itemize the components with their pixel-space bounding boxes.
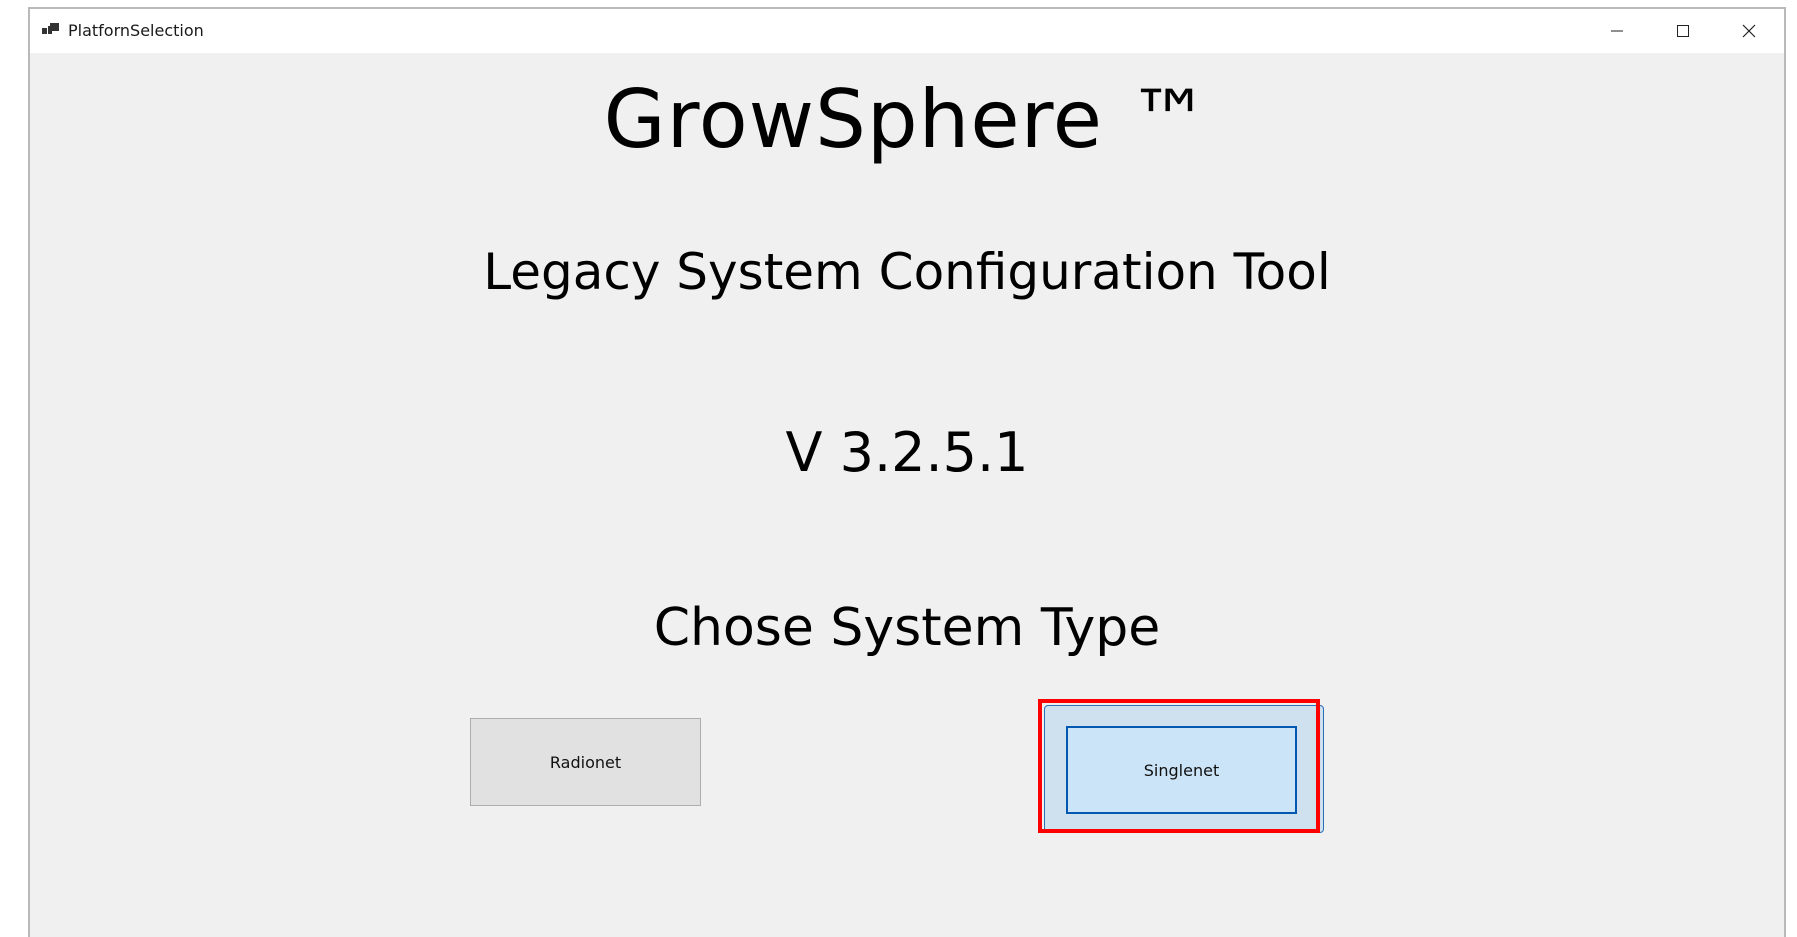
radionet-button[interactable]: Radionet (470, 718, 701, 806)
maximize-button[interactable] (1650, 9, 1716, 53)
tool-subtitle: Legacy System Configuration Tool (483, 243, 1331, 301)
title-bar[interactable]: PlatfornSelection (30, 9, 1784, 53)
system-type-prompt: Chose System Type (653, 598, 1161, 658)
app-icon (42, 23, 59, 34)
minimize-button[interactable] (1584, 9, 1650, 53)
version-label: V 3.2.5.1 (785, 421, 1029, 484)
platform-selection-window: PlatfornSelection GrowSphere ™ Legacy Sy… (28, 7, 1786, 937)
close-button[interactable] (1716, 9, 1782, 53)
app-name-heading: GrowSphere ™ (603, 73, 1211, 166)
close-icon (1742, 24, 1756, 38)
window-content: GrowSphere ™ Legacy System Configuration… (30, 53, 1784, 937)
window-title: PlatfornSelection (68, 21, 204, 40)
minimize-icon (1611, 30, 1623, 32)
maximize-icon (1677, 25, 1689, 37)
singlenet-highlight-box (1038, 699, 1320, 833)
